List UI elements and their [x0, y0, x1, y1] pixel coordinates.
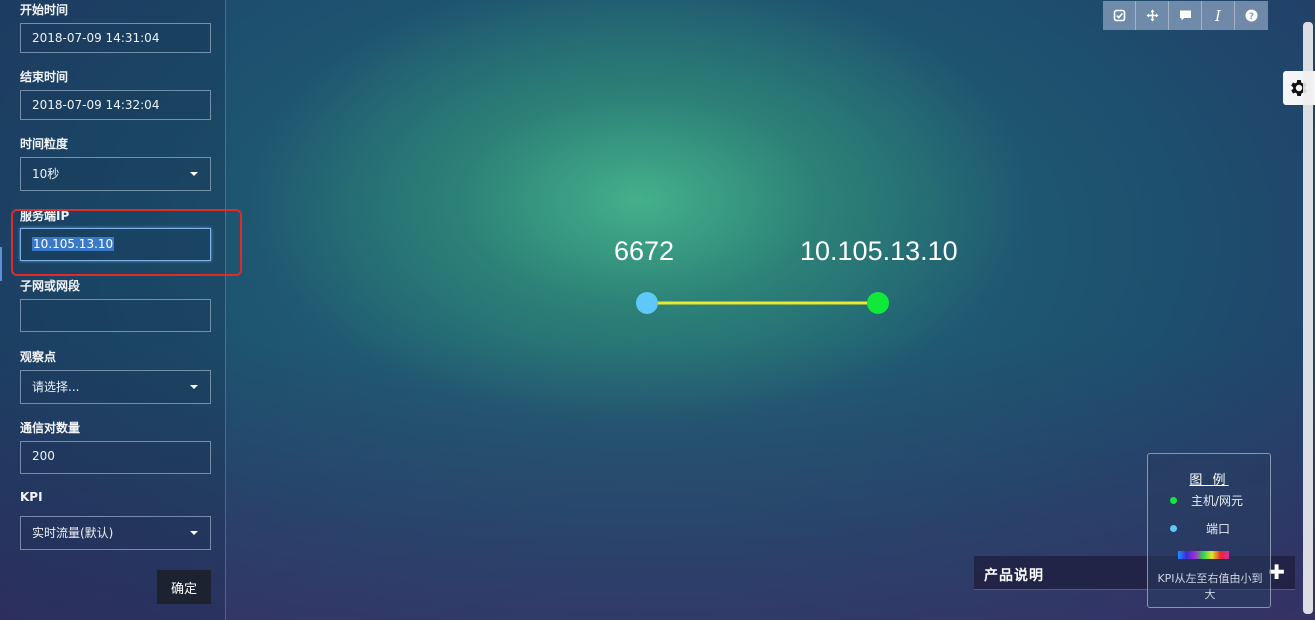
- legend-panel: 图 例 主机/网元 端口 KPI从左至右值由小到大: [1147, 453, 1271, 608]
- kpi-color-spectrum: [1178, 551, 1229, 559]
- host-node[interactable]: [867, 292, 889, 314]
- port-node[interactable]: [636, 292, 658, 314]
- network-graph: [636, 292, 889, 314]
- product-title: 产品说明: [984, 568, 1044, 584]
- legend-host-label: 主机/网元: [1191, 494, 1244, 508]
- host-node-label: 10.105.13.10: [800, 236, 958, 266]
- host-dot-icon: [1170, 497, 1177, 504]
- legend-note: KPI从左至右值由小到大: [1157, 572, 1263, 601]
- port-node-label: 6672: [614, 236, 675, 266]
- port-dot-icon: [1170, 525, 1177, 532]
- legend-port-label: 端口: [1206, 522, 1231, 536]
- legend-title: 图 例: [1189, 473, 1229, 488]
